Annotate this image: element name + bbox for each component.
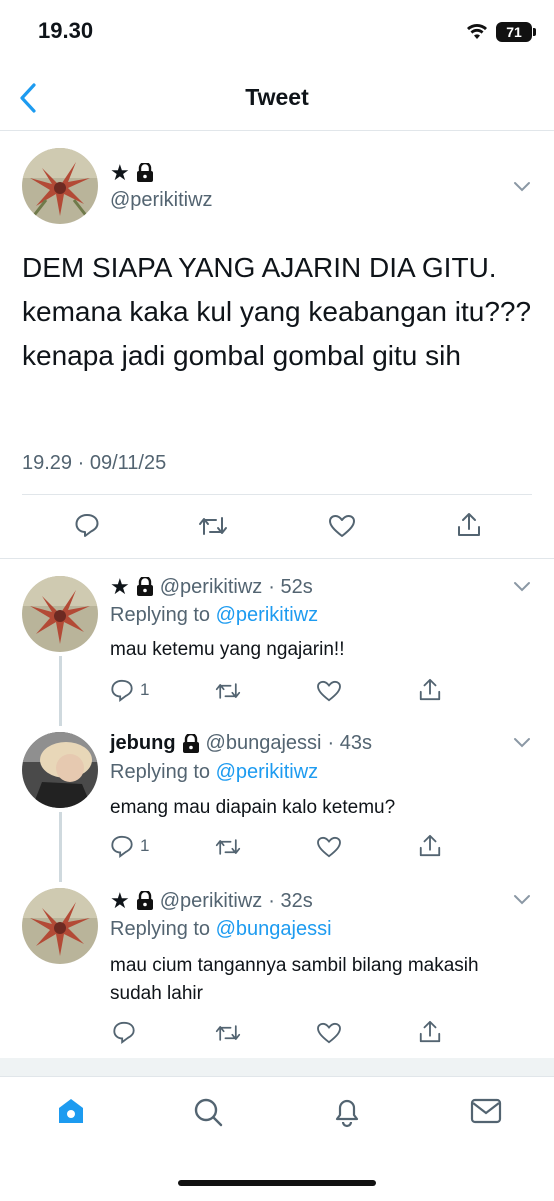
like-heart-icon[interactable] <box>316 1022 342 1044</box>
reply-time: · 43s <box>327 732 372 754</box>
avatar[interactable] <box>22 732 98 808</box>
reply-handle[interactable]: @bungajessi <box>206 732 322 755</box>
reply-name[interactable]: jebung <box>110 732 176 755</box>
replying-to: Replying to @bungajessi <box>110 918 332 941</box>
share-icon[interactable] <box>456 512 482 538</box>
status-time: 19.30 <box>38 18 94 43</box>
tweet-timestamp: 19.29 · 09/11/25 <box>22 452 167 474</box>
reply-icon <box>111 679 133 702</box>
chevron-down-icon[interactable] <box>513 581 531 593</box>
author-name: ★ <box>110 160 154 186</box>
home-indicator <box>178 1180 376 1186</box>
retweet-icon[interactable] <box>215 836 241 858</box>
star-icon: ★ <box>110 574 130 599</box>
lock-icon <box>136 163 153 182</box>
lock-icon <box>136 891 153 910</box>
main-tweet-divider <box>0 558 554 559</box>
search-icon[interactable] <box>192 1096 224 1128</box>
timestamp-divider <box>22 494 532 495</box>
retweet-icon[interactable] <box>215 680 241 702</box>
reply-author-row: jebung @bungajessi · 43s <box>110 732 372 755</box>
messages-envelope-icon[interactable] <box>470 1098 502 1124</box>
replying-to-link[interactable]: @perikitiwz <box>216 761 319 783</box>
tweet-text: DEM SIAPA YANG AJARIN DIA GITU. kemana k… <box>22 252 532 371</box>
avatar[interactable] <box>22 888 98 964</box>
page-title: Tweet <box>245 84 309 110</box>
reply-count: 1 <box>140 680 150 699</box>
reply-author-row: ★ @perikitiwz · 52s <box>110 574 313 600</box>
battery-level: 71 <box>496 22 532 42</box>
battery-icon <box>533 28 536 36</box>
thread-line <box>59 812 62 882</box>
like-heart-icon[interactable] <box>316 836 342 858</box>
reply-button[interactable]: 1 <box>110 678 149 702</box>
like-heart-icon[interactable] <box>316 680 342 702</box>
avatar[interactable] <box>22 148 98 224</box>
reply-text: mau cium tangannya sambil bilang makasih… <box>110 955 479 1004</box>
replying-to-link[interactable]: @bungajessi <box>216 918 332 940</box>
replying-label: Replying to <box>110 918 211 940</box>
replying-to: Replying to @perikitiwz <box>110 604 318 627</box>
replying-label: Replying to <box>110 604 211 626</box>
reply-icon[interactable] <box>74 512 100 538</box>
retweet-icon[interactable] <box>215 1022 241 1044</box>
notifications-bell-icon[interactable] <box>332 1094 362 1128</box>
reply-button[interactable]: 1 <box>110 834 149 858</box>
lock-icon <box>182 733 199 753</box>
chevron-down-icon[interactable] <box>513 181 531 193</box>
lock-icon <box>136 577 153 596</box>
header-divider <box>0 130 554 131</box>
star-icon: ★ <box>110 888 130 913</box>
chevron-down-icon[interactable] <box>513 737 531 749</box>
home-icon[interactable] <box>56 1096 86 1126</box>
reply-time: · 52s <box>268 575 313 598</box>
replying-to-link[interactable]: @perikitiwz <box>216 604 319 626</box>
like-heart-icon[interactable] <box>328 514 356 538</box>
wifi-icon <box>467 24 487 39</box>
reply-handle[interactable]: @perikitiwz <box>160 890 263 913</box>
reply-count: 1 <box>140 836 150 855</box>
reply-author-row: ★ @perikitiwz · 32s <box>110 888 313 914</box>
share-icon[interactable] <box>418 834 442 858</box>
retweet-icon[interactable] <box>198 514 228 538</box>
thread-line <box>59 656 62 726</box>
reply-time: · 32s <box>268 889 313 912</box>
share-icon[interactable] <box>418 678 442 702</box>
reply-handle[interactable]: @perikitiwz <box>160 576 263 599</box>
replying-label: Replying to <box>110 761 211 783</box>
avatar[interactable] <box>22 576 98 652</box>
author-handle[interactable]: @perikitiwz <box>110 189 213 212</box>
reply-text: mau ketemu yang ngajarin!! <box>110 639 345 660</box>
reply-icon[interactable] <box>112 1020 136 1044</box>
reply-text: emang mau diapain kalo ketemu? <box>110 797 396 818</box>
section-separator <box>0 1058 554 1076</box>
chevron-down-icon[interactable] <box>513 894 531 906</box>
share-icon[interactable] <box>418 1020 442 1044</box>
star-icon: ★ <box>110 160 130 185</box>
reply-icon <box>111 835 133 858</box>
replying-to: Replying to @perikitiwz <box>110 761 318 784</box>
